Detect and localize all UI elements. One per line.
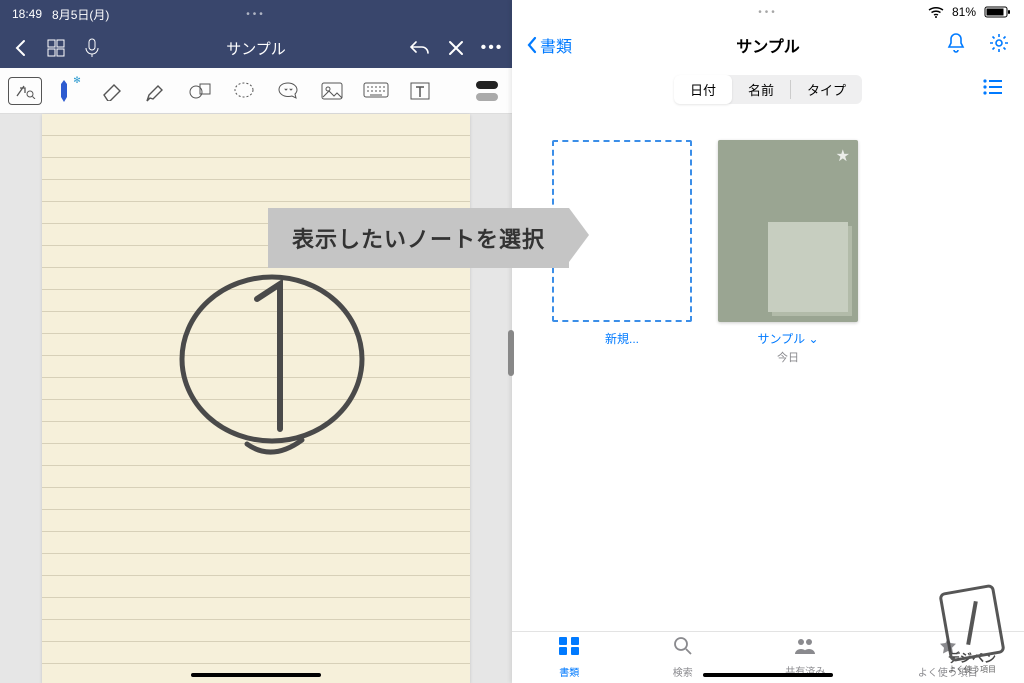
watermark-sub: よく使う項目 [948, 664, 996, 675]
note-cover[interactable]: ★ [718, 140, 858, 322]
note-name[interactable]: サンプル ⌄ [718, 330, 858, 347]
sort-segmented-control: 日付 名前 タイプ [512, 66, 1024, 112]
close-icon[interactable] [446, 38, 466, 58]
watermark-pen-icon [966, 600, 978, 644]
multitask-dots-icon[interactable]: ••• [758, 7, 778, 18]
shared-icon [793, 637, 817, 661]
watermark-ipad-icon [938, 583, 1005, 662]
editor-toolbar: ✻ [0, 68, 512, 114]
documents-icon [558, 636, 580, 662]
text-tool-icon[interactable] [402, 73, 438, 109]
new-note-label: 新規... [552, 330, 692, 347]
shape-tool-icon[interactable] [182, 73, 218, 109]
battery-percent: 81% [952, 5, 976, 19]
tab-documents[interactable]: 書類 [558, 636, 580, 679]
search-icon [673, 636, 693, 662]
multitask-dots-icon[interactable]: ••• [246, 9, 266, 20]
segment-date[interactable]: 日付 [674, 75, 732, 104]
library-pane: ••• 81% 書類 サンプル 日付 名前 タイプ [512, 0, 1024, 683]
highlighter-tool-icon[interactable] [138, 73, 174, 109]
favorite-star-icon[interactable]: ★ [836, 146, 850, 166]
note-paper[interactable] [42, 114, 470, 683]
tab-search-label: 検索 [673, 664, 693, 679]
more-icon[interactable]: ••• [482, 38, 502, 58]
sticker-tool-icon[interactable] [270, 73, 306, 109]
image-tool-icon[interactable] [314, 73, 350, 109]
segment-name[interactable]: 名前 [732, 75, 790, 104]
status-time: 18:49 [12, 7, 42, 21]
editor-canvas[interactable] [0, 114, 512, 683]
tab-shared[interactable]: 共有済み [785, 637, 825, 678]
zoom-tool-icon[interactable] [8, 77, 42, 105]
thumbnails-icon[interactable] [46, 38, 66, 58]
keyboard-tool-icon[interactable] [358, 73, 394, 109]
status-date: 8月5日(月) [52, 6, 109, 23]
home-indicator[interactable] [703, 673, 833, 677]
library-title: サンプル [512, 33, 1024, 57]
note-date: 今日 [718, 349, 858, 365]
handwriting-ink [162, 244, 382, 464]
home-indicator[interactable] [191, 673, 321, 677]
note-tile[interactable]: ★ サンプル ⌄ 今日 [718, 140, 858, 365]
split-view-handle[interactable] [508, 330, 514, 376]
undo-icon[interactable] [410, 38, 430, 58]
eraser-tool-icon[interactable] [94, 73, 130, 109]
editor-titlebar: サンプル ••• [0, 28, 512, 68]
color-gray[interactable] [476, 93, 498, 101]
tab-documents-label: 書類 [559, 664, 579, 679]
status-bar-left: 18:49 8月5日(月) ••• [0, 0, 512, 28]
list-view-icon[interactable] [982, 79, 1002, 100]
watermark: デジペン よく使う項目 [926, 585, 1018, 677]
mic-icon[interactable] [82, 38, 102, 58]
color-dark[interactable] [476, 81, 498, 89]
lasso-tool-icon[interactable] [226, 73, 262, 109]
battery-icon [984, 6, 1010, 18]
segment-type[interactable]: タイプ [791, 75, 862, 104]
pen-tool-icon[interactable]: ✻ [50, 73, 86, 109]
color-picker[interactable] [476, 81, 498, 101]
tab-search[interactable]: 検索 [673, 636, 693, 679]
wifi-icon [928, 6, 944, 18]
annotation-callout: 表示したいノートを選択 [268, 208, 569, 268]
editor-pane: 18:49 8月5日(月) ••• サンプル ••• [0, 0, 512, 683]
library-navbar: 書類 サンプル [512, 24, 1024, 66]
back-icon[interactable] [10, 38, 30, 58]
callout-text: 表示したいノートを選択 [292, 222, 545, 254]
notes-grid: 新規... ★ サンプル ⌄ 今日 [512, 112, 1024, 631]
status-bar-right: ••• 81% [512, 0, 1024, 24]
